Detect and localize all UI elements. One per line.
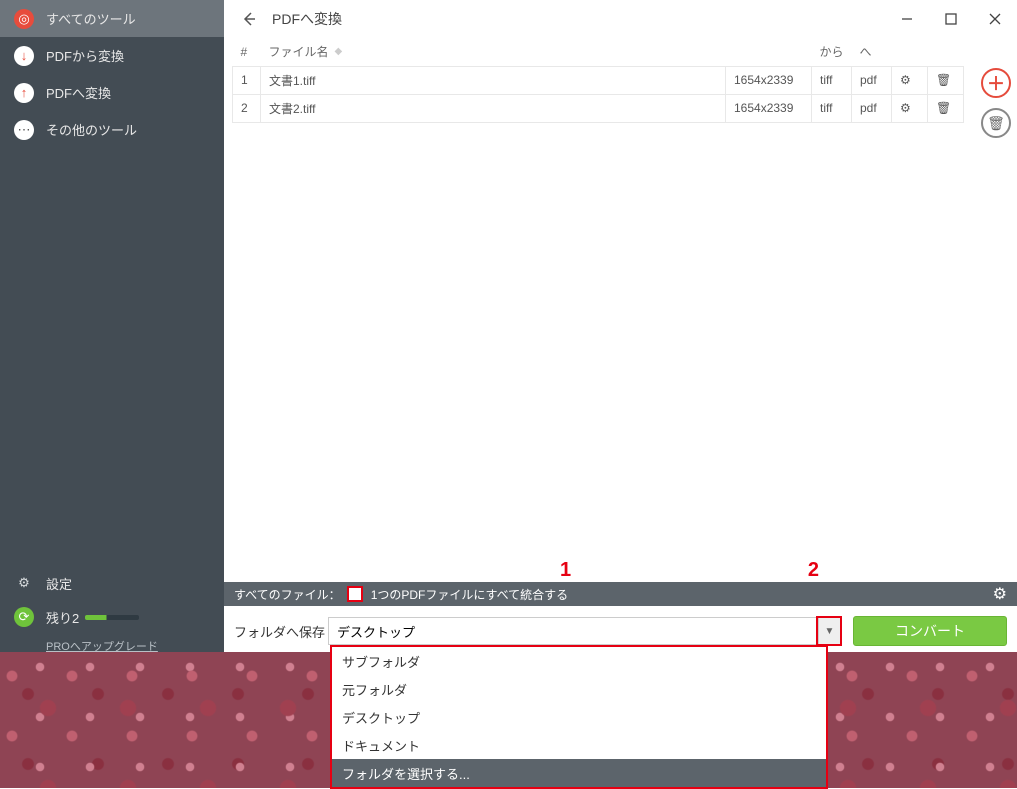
clear-all-button[interactable]: 🗑 xyxy=(981,108,1011,138)
sidebar-item-label: すべてのツール xyxy=(46,9,136,28)
cell-num: 2 xyxy=(233,94,261,122)
remaining-progress xyxy=(85,615,139,620)
sidebar-item-label: PDFへ変換 xyxy=(46,83,111,102)
sidebar-item-all-tools[interactable]: ◎ すべてのツール xyxy=(0,0,224,37)
sidebar-item-label: その他のツール xyxy=(46,120,137,139)
file-table: # ファイル名 ◆ から へ 1文書1.tiff1654x2339tiffpdf… xyxy=(232,38,964,123)
cell-dimensions: 1654x2339 xyxy=(726,66,812,94)
annotation-1: 1 xyxy=(560,559,571,582)
merge-label: 1つのPDFファイルにすべて統合する xyxy=(371,586,568,603)
cell-num: 1 xyxy=(233,66,261,94)
titlebar: PDFへ変換 xyxy=(224,0,1017,38)
col-delete xyxy=(928,38,964,66)
cell-settings[interactable]: ⚙ xyxy=(892,66,928,94)
add-file-button[interactable]: ＋ xyxy=(981,68,1011,98)
dropdown-option[interactable]: サブフォルダ xyxy=(332,647,826,675)
merge-checkbox[interactable] xyxy=(347,586,363,602)
col-number[interactable]: # xyxy=(233,38,261,66)
merge-prefix: すべてのファイル： xyxy=(234,586,341,603)
dropdown-option[interactable]: デスクトップ xyxy=(332,703,826,731)
cell-filename: 文書1.tiff xyxy=(261,66,726,94)
col-from[interactable]: から xyxy=(812,38,852,66)
minimize-button[interactable] xyxy=(885,0,929,38)
dropdown-option[interactable]: ドキュメント xyxy=(332,731,826,759)
save-folder-dropdown[interactable]: デスクトップ ▼ xyxy=(328,617,841,645)
col-settings xyxy=(892,38,928,66)
cell-to: pdf xyxy=(852,66,892,94)
save-row: フォルダへ保存 デスクトップ ▼ コンバート xyxy=(224,616,1017,646)
page-title: PDFへ変換 xyxy=(272,9,342,29)
cell-from: tiff xyxy=(812,94,852,122)
more-icon: ⋯ xyxy=(14,120,34,140)
app-window: ◎ すべてのツール ↓ PDFから変換 ↑ PDFへ変換 ⋯ その xyxy=(0,0,1017,660)
table-row[interactable]: 1文書1.tiff1654x2339tiffpdf⚙🗑 xyxy=(233,66,964,94)
dropdown-selected: デスクトップ xyxy=(337,622,415,641)
sidebar-item-other-tools[interactable]: ⋯ その他のツール xyxy=(0,111,224,148)
dropdown-option[interactable]: 元フォルダ xyxy=(332,675,826,703)
cell-settings[interactable]: ⚙ xyxy=(892,94,928,122)
col-filename[interactable]: ファイル名 ◆ xyxy=(261,38,726,66)
sidebar-item-to-pdf[interactable]: ↑ PDFへ変換 xyxy=(0,74,224,111)
remaining-label: 残り2 xyxy=(46,608,79,627)
target-icon: ◎ xyxy=(14,9,34,29)
col-to[interactable]: へ xyxy=(852,38,892,66)
save-folder-menu: サブフォルダ元フォルダデスクトップドキュメントフォルダを選択する... xyxy=(330,645,828,789)
back-button[interactable] xyxy=(234,4,264,34)
maximize-button[interactable] xyxy=(929,0,973,38)
cell-delete[interactable]: 🗑 xyxy=(928,66,964,94)
sidebar-item-remaining[interactable]: ⟳ 残り2 xyxy=(0,600,224,634)
annotation-2: 2 xyxy=(808,559,819,582)
table-row[interactable]: 2文書2.tiff1654x2339tiffpdf⚙🗑 xyxy=(233,94,964,122)
dropdown-toggle[interactable]: ▼ xyxy=(818,618,840,644)
close-button[interactable] xyxy=(973,0,1017,38)
download-icon: ↓ xyxy=(14,46,34,66)
merge-bar: すべてのファイル： 1つのPDFファイルにすべて統合する ⚙ xyxy=(224,582,1017,606)
cell-dimensions: 1654x2339 xyxy=(726,94,812,122)
sidebar: ◎ すべてのツール ↓ PDFから変換 ↑ PDFへ変換 ⋯ その xyxy=(0,0,224,660)
sidebar-item-label: PDFから変換 xyxy=(46,46,124,65)
sidebar-item-from-pdf[interactable]: ↓ PDFから変換 xyxy=(0,37,224,74)
convert-button[interactable]: コンバート xyxy=(853,616,1007,646)
cell-from: tiff xyxy=(812,66,852,94)
col-dim xyxy=(726,38,812,66)
sort-icon: ◆ xyxy=(335,46,343,57)
cell-filename: 文書2.tiff xyxy=(261,94,726,122)
sidebar-item-settings[interactable]: ⚙ 設定 xyxy=(0,566,224,600)
main-panel: PDFへ変換 # ファイル名 xyxy=(224,0,1017,660)
save-label: フォルダへ保存 xyxy=(234,622,328,641)
cell-delete[interactable]: 🗑 xyxy=(928,94,964,122)
sidebar-item-label: 設定 xyxy=(46,574,72,593)
dropdown-option[interactable]: フォルダを選択する... xyxy=(332,759,826,787)
upload-icon: ↑ xyxy=(14,83,34,103)
gear-icon: ⚙ xyxy=(14,573,34,593)
cell-to: pdf xyxy=(852,94,892,122)
merge-settings-icon[interactable]: ⚙ xyxy=(993,584,1007,604)
remaining-icon: ⟳ xyxy=(14,607,34,627)
